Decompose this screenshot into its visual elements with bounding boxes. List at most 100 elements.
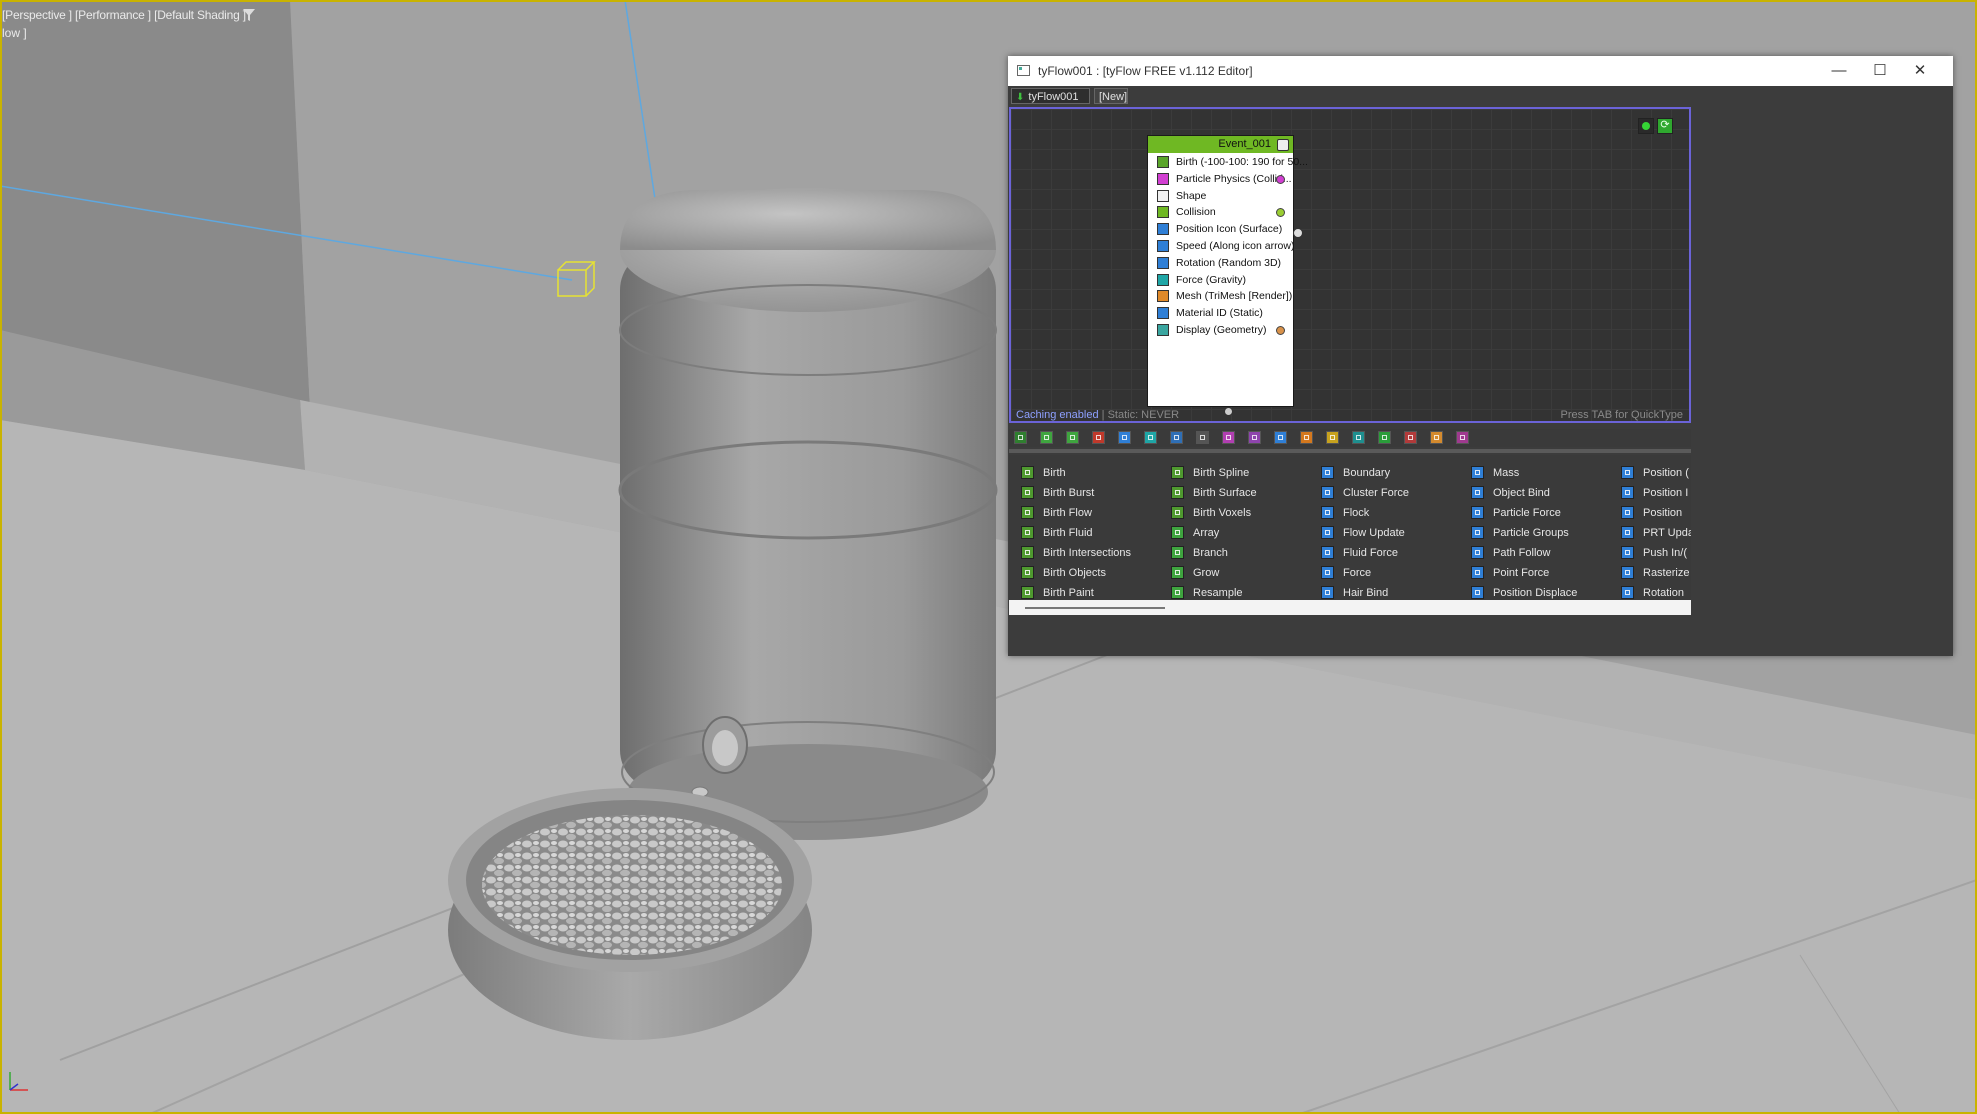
palette-operator-item[interactable]: Hair Bind <box>1313 583 1463 600</box>
palette-operator-item[interactable]: Object Bind <box>1463 483 1613 503</box>
blue-op-icon-1[interactable] <box>1118 431 1131 444</box>
title-bar[interactable]: tyFlow001 : [tyFlow FREE v1.112 Editor] … <box>1008 56 1953 86</box>
blue-op-icon-3[interactable] <box>1274 431 1287 444</box>
tyflow-editor-window[interactable]: tyFlow001 : [tyFlow FREE v1.112 Editor] … <box>1008 56 1953 656</box>
event-input-port[interactable] <box>1224 407 1233 416</box>
operator-icon <box>1471 546 1484 559</box>
event-lock-icon[interactable] <box>1277 139 1289 151</box>
operator-icon <box>1471 566 1484 579</box>
enable-flow-button[interactable] <box>1638 118 1654 134</box>
maximize-button[interactable]: ☐ <box>1860 60 1900 82</box>
palette-operator-label: Rotation <box>1643 587 1684 599</box>
flow-tab-bar: ⬇ tyFlow001 [New] <box>1008 86 1953 106</box>
palette-operator-item[interactable]: Force <box>1313 563 1463 583</box>
red-op-icon[interactable] <box>1404 431 1417 444</box>
tab-new[interactable]: [New] <box>1094 88 1128 104</box>
palette-operator-item[interactable]: Position ( <box>1613 463 1691 483</box>
palette-operator-item[interactable]: Birth Burst <box>1013 483 1163 503</box>
viewport-label[interactable]: [Perspective ] [Performance ] [Default S… <box>2 8 246 22</box>
event-output-port[interactable] <box>1293 228 1303 238</box>
viewport-label-secondary[interactable]: low ] <box>2 26 27 40</box>
event-node[interactable]: Event_001 Birth (-100-100: 190 for 50...… <box>1147 135 1308 407</box>
palette-operator-item[interactable]: Position <box>1613 503 1691 523</box>
refresh-button[interactable]: ⟳ <box>1657 118 1673 134</box>
palette-operator-item[interactable]: Birth Objects <box>1013 563 1163 583</box>
palette-operator-item[interactable]: Birth Paint <box>1013 583 1163 600</box>
yellow-op-icon[interactable] <box>1326 431 1339 444</box>
palette-operator-item[interactable]: Resample <box>1163 583 1313 600</box>
close-button[interactable]: ✕ <box>1900 60 1940 82</box>
palette-operator-item[interactable]: Birth Spline <box>1163 463 1313 483</box>
quicktype-hint: Press TAB for QuickType <box>1560 409 1683 421</box>
palette-operator-item[interactable]: Position Displace <box>1463 583 1613 600</box>
panel-splitter[interactable] <box>1009 449 1691 453</box>
teal-op-icon[interactable] <box>1144 431 1157 444</box>
palette-operator-item[interactable]: Array <box>1163 523 1313 543</box>
palette-operator-item[interactable]: Birth Surface <box>1163 483 1313 503</box>
palette-operator-item[interactable]: Boundary <box>1313 463 1463 483</box>
arrow-op-icon[interactable] <box>1378 431 1391 444</box>
operator-row[interactable]: Collision <box>1150 204 1291 221</box>
palette-operator-item[interactable]: Birth Voxels <box>1163 503 1313 523</box>
palette-operator-item[interactable]: PRT Upda <box>1613 523 1691 543</box>
palette-operator-item[interactable]: Flock <box>1313 503 1463 523</box>
delete-category-icon[interactable] <box>1092 431 1105 444</box>
operator-row[interactable]: Mesh (TriMesh [Render]) <box>1150 288 1292 305</box>
operator-output-port[interactable] <box>1276 208 1285 218</box>
operator-row[interactable]: Speed (Along icon arrow) <box>1150 238 1294 255</box>
palette-operator-item[interactable]: Fluid Force <box>1313 543 1463 563</box>
palette-operator-item[interactable]: Branch <box>1163 543 1313 563</box>
event-header[interactable]: Event_001 <box>1148 136 1293 153</box>
flow-graph-canvas[interactable]: ⟳ Event_001 Birth (-100-100: 190 for 50.… <box>1009 107 1691 423</box>
magenta-op-icon-2[interactable] <box>1456 431 1469 444</box>
operator-row[interactable]: Shape <box>1150 188 1291 205</box>
birth-category-icon[interactable] <box>1014 431 1027 444</box>
operator-row[interactable]: Position Icon (Surface) <box>1150 221 1291 238</box>
palette-operator-label: Boundary <box>1343 467 1391 479</box>
palette-operator-label: Path Follow <box>1493 547 1551 559</box>
palette-operator-item[interactable]: Birth <box>1013 463 1163 483</box>
operator-row[interactable]: Force (Gravity) <box>1150 272 1291 289</box>
palette-operator-item[interactable]: Cluster Force <box>1313 483 1463 503</box>
palette-horizontal-scrollbar[interactable] <box>1009 600 1691 615</box>
minimize-button[interactable]: — <box>1819 60 1859 82</box>
palette-operator-item[interactable]: Birth Intersections <box>1013 543 1163 563</box>
operator-palette[interactable]: Birth Birth Burst Birth Flow Birth Fluid Bir… <box>1009 455 1691 600</box>
palette-operator-item[interactable]: Point Force <box>1463 563 1613 583</box>
green-op-icon-1[interactable] <box>1040 431 1053 444</box>
palette-operator-item[interactable]: Mass <box>1463 463 1613 483</box>
orange-op-icon-1[interactable] <box>1300 431 1313 444</box>
operator-output-port[interactable] <box>1276 174 1285 184</box>
palette-operator-item[interactable]: Particle Groups <box>1463 523 1613 543</box>
orange-op-icon-2[interactable] <box>1430 431 1443 444</box>
palette-operator-item[interactable]: Flow Update <box>1313 523 1463 543</box>
caching-enabled-label: Caching enabled <box>1016 409 1099 421</box>
gray-op-icon[interactable] <box>1196 431 1209 444</box>
palette-operator-item[interactable]: Birth Flow <box>1013 503 1163 523</box>
purple-op-icon[interactable] <box>1248 431 1261 444</box>
tab-tyflow001[interactable]: ⬇ tyFlow001 <box>1011 88 1090 104</box>
palette-operator-item[interactable]: Position I <box>1613 483 1691 503</box>
palette-operator-item[interactable]: Push In/( <box>1613 543 1691 563</box>
operator-row[interactable]: Rotation (Random 3D) <box>1150 255 1291 272</box>
operator-row[interactable]: Display (Geometry) <box>1150 322 1291 339</box>
palette-operator-item[interactable]: Particle Force <box>1463 503 1613 523</box>
magenta-op-icon-1[interactable] <box>1222 431 1235 444</box>
scrollbar-thumb[interactable] <box>1025 607 1165 609</box>
blue-op-icon-2[interactable] <box>1170 431 1183 444</box>
palette-operator-label: Flow Update <box>1343 527 1405 539</box>
teal-op-icon-2[interactable] <box>1352 431 1365 444</box>
filter-icon[interactable] <box>242 8 256 22</box>
operator-icon <box>1157 172 1169 185</box>
green-op-icon-2[interactable] <box>1066 431 1079 444</box>
status-dot-icon <box>1642 122 1650 130</box>
operator-row[interactable]: Particle Physics (Collid... <box>1150 171 1292 188</box>
palette-operator-item[interactable]: Rotation <box>1613 583 1691 600</box>
operator-row[interactable]: Birth (-100-100: 190 for 50... <box>1150 154 1308 171</box>
palette-operator-item[interactable]: Rasterize <box>1613 563 1691 583</box>
operator-output-port[interactable] <box>1276 326 1285 335</box>
palette-operator-item[interactable]: Grow <box>1163 563 1313 583</box>
operator-row[interactable]: Material ID (Static) <box>1150 305 1291 322</box>
palette-operator-item[interactable]: Birth Fluid <box>1013 523 1163 543</box>
palette-operator-item[interactable]: Path Follow <box>1463 543 1613 563</box>
